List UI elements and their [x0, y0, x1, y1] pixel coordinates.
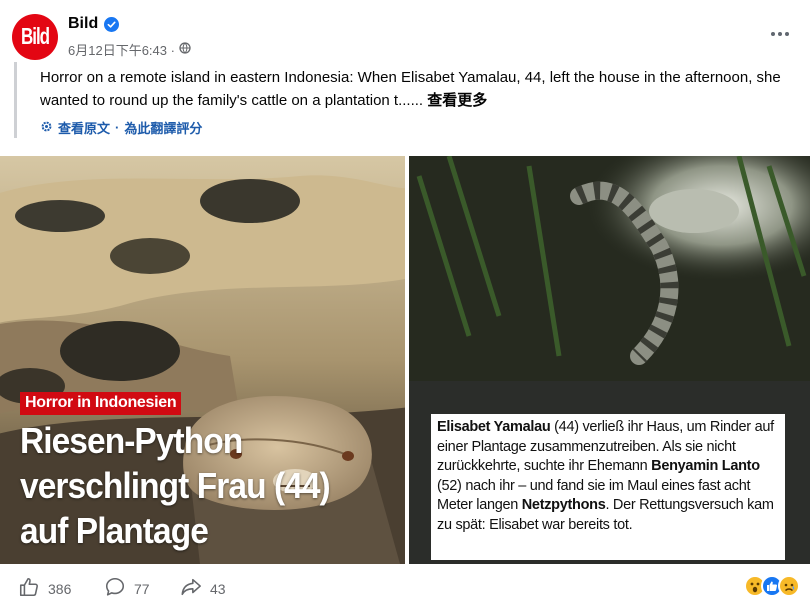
share-count: 43: [210, 580, 226, 597]
globe-icon: [179, 42, 191, 57]
post-text: Horror on a remote island in eastern Ind…: [40, 66, 800, 112]
see-original-link[interactable]: 查看原文: [58, 118, 110, 137]
image-caption-box: Elisabet Yamalau (44) verließ ihr Haus, …: [431, 414, 785, 560]
image-headline: Riesen-Python verschlingt Frau (44) auf …: [20, 420, 331, 551]
post-text-block: Horror on a remote island in eastern Ind…: [14, 62, 800, 138]
headline-tag: Horror in Indonesien: [20, 392, 182, 415]
post-body: Horror on a remote island in eastern Ind…: [40, 69, 781, 109]
like-icon: [18, 576, 40, 601]
translation-separator: ·: [115, 120, 120, 135]
caption-name-elisabet: Elisabet Yamalau: [437, 419, 551, 435]
comment-button[interactable]: 77: [104, 576, 150, 601]
python-photo-left[interactable]: Horror in Indonesien Riesen-Python versc…: [0, 156, 405, 564]
post-footer: 386 77 43: [0, 566, 810, 606]
avatar-logo-text: Bild: [20, 23, 50, 50]
post-meta: 6月12日下午6:43 ·: [68, 40, 191, 59]
translate-gear-icon: [40, 120, 53, 136]
comment-count: 77: [134, 580, 150, 597]
caption-name-benyamin: Benyamin Lanto: [651, 458, 760, 474]
share-button[interactable]: 43: [180, 576, 226, 601]
post-header: Bild Bild 6月12日下午6:43 ·: [0, 0, 810, 70]
translation-row: 查看原文 · 為此翻譯評分: [40, 118, 800, 137]
page-name-row: Bild: [68, 15, 120, 33]
comment-icon: [104, 576, 126, 601]
share-icon: [180, 576, 202, 601]
more-options-icon[interactable]: [768, 24, 792, 44]
reactions-summary[interactable]: [744, 575, 800, 597]
page-avatar[interactable]: Bild: [12, 14, 58, 60]
like-count: 386: [48, 580, 72, 597]
post-images: Horror in Indonesien Riesen-Python versc…: [0, 156, 810, 564]
sad-reaction-icon: [778, 575, 800, 597]
verified-badge-icon: [104, 16, 120, 32]
see-more-link[interactable]: 查看更多: [427, 92, 487, 109]
like-button[interactable]: 386: [18, 576, 71, 601]
rate-translation-link[interactable]: 為此翻譯評分: [124, 118, 202, 137]
caption-netzpythons: Netzpythons: [521, 497, 606, 513]
post-timestamp[interactable]: 6月12日下午6:43 ·: [68, 40, 175, 59]
page-name[interactable]: Bild: [68, 15, 98, 33]
python-photo-right[interactable]: Elisabet Yamalau (44) verließ ihr Haus, …: [409, 156, 810, 564]
